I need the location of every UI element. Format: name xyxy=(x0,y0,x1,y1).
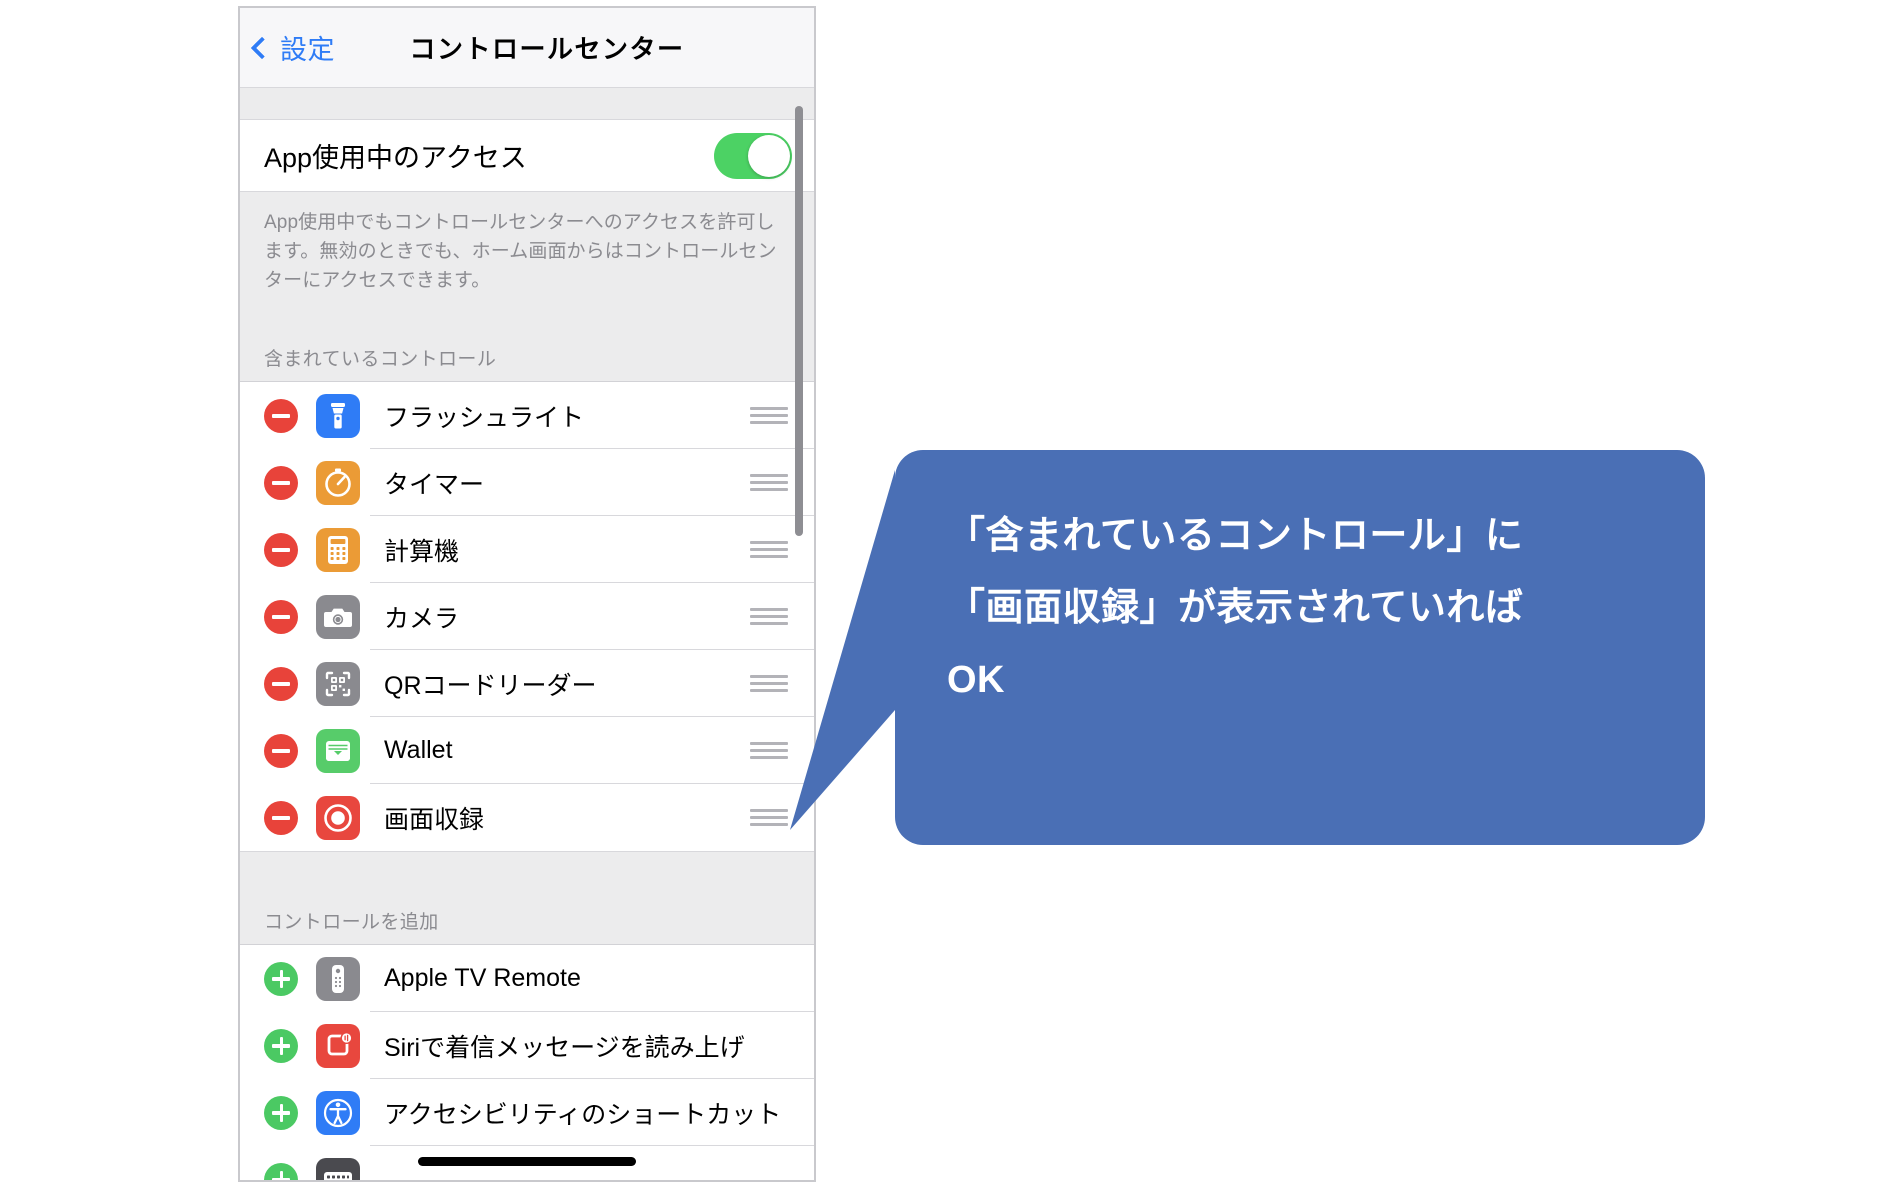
included-controls-header: 含まれているコントロール xyxy=(240,344,814,382)
qr-code-icon xyxy=(316,661,360,706)
back-button-label: 設定 xyxy=(280,35,335,65)
drag-handle-icon[interactable] xyxy=(750,674,788,693)
list-item-label: Wallet xyxy=(384,736,453,764)
list-item[interactable]: Wallet xyxy=(240,717,814,784)
list-item-label: カメラ xyxy=(384,604,460,633)
list-item-label: 画面収録 xyxy=(384,805,485,834)
list-item[interactable]: Siriで着信メッセージを読み上げ xyxy=(240,1012,814,1079)
list-item[interactable]: QRコードリーダー xyxy=(240,650,814,717)
tv-remote-icon xyxy=(316,956,360,1001)
section-spacer xyxy=(240,851,814,907)
callout-line-1: 「含まれているコントロール」に xyxy=(947,515,1524,557)
access-in-apps-row[interactable]: App使用中のアクセス xyxy=(240,120,814,192)
remove-button[interactable] xyxy=(264,532,298,567)
back-button[interactable]: 設定 xyxy=(240,28,335,67)
camera-icon xyxy=(316,594,360,639)
remove-button[interactable] xyxy=(264,800,298,835)
add-controls-header: コントロールを追加 xyxy=(240,907,814,945)
callout-line-3: OK xyxy=(947,659,1005,701)
list-item-label: 計算機 xyxy=(384,537,460,566)
siri-announce-icon xyxy=(316,1023,360,1068)
remove-button[interactable] xyxy=(264,666,298,701)
accessibility-icon xyxy=(316,1090,360,1135)
vertical-scrollbar[interactable] xyxy=(795,106,803,536)
list-item[interactable]: 計算機 xyxy=(240,516,814,583)
wallet-icon xyxy=(316,728,360,773)
remove-button[interactable] xyxy=(264,398,298,433)
list-item[interactable]: フラッシュライト xyxy=(240,382,814,449)
list-item-label: QRコードリーダー xyxy=(384,671,597,700)
add-button[interactable] xyxy=(264,1162,298,1180)
add-button[interactable] xyxy=(264,1095,298,1130)
calculator-icon xyxy=(316,527,360,572)
access-in-apps-label: App使用中のアクセス xyxy=(264,143,527,173)
callout-bubble: 「含まれているコントロール」に 「画面収録」が表示されていれば OK xyxy=(895,450,1705,845)
list-item-label: Apple TV Remote xyxy=(384,964,581,992)
list-item[interactable]: Apple TV Remote xyxy=(240,945,814,1012)
toggle-knob xyxy=(748,134,790,177)
remove-button[interactable] xyxy=(264,465,298,500)
remove-button[interactable] xyxy=(264,599,298,634)
list-item-label: フラッシュライト xyxy=(384,403,585,432)
drag-handle-icon[interactable] xyxy=(750,741,788,760)
timer-icon xyxy=(316,460,360,505)
remove-button[interactable] xyxy=(264,733,298,768)
navigation-bar: 設定 コントロールセンター xyxy=(240,8,814,88)
add-button[interactable] xyxy=(264,1028,298,1063)
list-item[interactable]: アクセシビリティのショートカット xyxy=(240,1079,814,1146)
add-button[interactable] xyxy=(264,961,298,996)
list-item-label: アクセシビリティのショートカット xyxy=(384,1100,782,1129)
callout-line-2: 「画面収録」が表示されていれば xyxy=(947,587,1524,629)
top-spacer xyxy=(240,88,814,120)
list-item-label: タイマー xyxy=(384,470,485,499)
chevron-left-icon xyxy=(250,36,274,59)
screenshot-root: 設定 コントロールセンター App使用中のアクセス App使用中でもコントロール… xyxy=(0,0,1904,1188)
keyboard-icon xyxy=(316,1157,360,1180)
description-text: App使用中でもコントロールセンターへのアクセスを許可します。無効のときでも、ホ… xyxy=(264,212,777,291)
home-indicator xyxy=(418,1157,636,1166)
list-item-label: Siriで着信メッセージを読み上げ xyxy=(384,1033,745,1062)
access-in-apps-toggle[interactable] xyxy=(714,132,792,179)
drag-handle-icon[interactable] xyxy=(750,607,788,626)
drag-handle-icon[interactable] xyxy=(750,540,788,559)
list-item[interactable]: カメラ xyxy=(240,583,814,650)
screen-record-icon xyxy=(316,795,360,840)
drag-handle-icon[interactable] xyxy=(750,808,788,827)
iphone-settings-panel: 設定 コントロールセンター App使用中のアクセス App使用中でもコントロール… xyxy=(238,6,816,1182)
list-item[interactable]: タイマー xyxy=(240,449,814,516)
drag-handle-icon[interactable] xyxy=(750,406,788,425)
list-item[interactable]: 画面収録 xyxy=(240,784,814,851)
description-block: App使用中でもコントロールセンターへのアクセスを許可します。無効のときでも、ホ… xyxy=(240,192,814,344)
drag-handle-icon[interactable] xyxy=(750,473,788,492)
flashlight-icon xyxy=(316,393,360,438)
